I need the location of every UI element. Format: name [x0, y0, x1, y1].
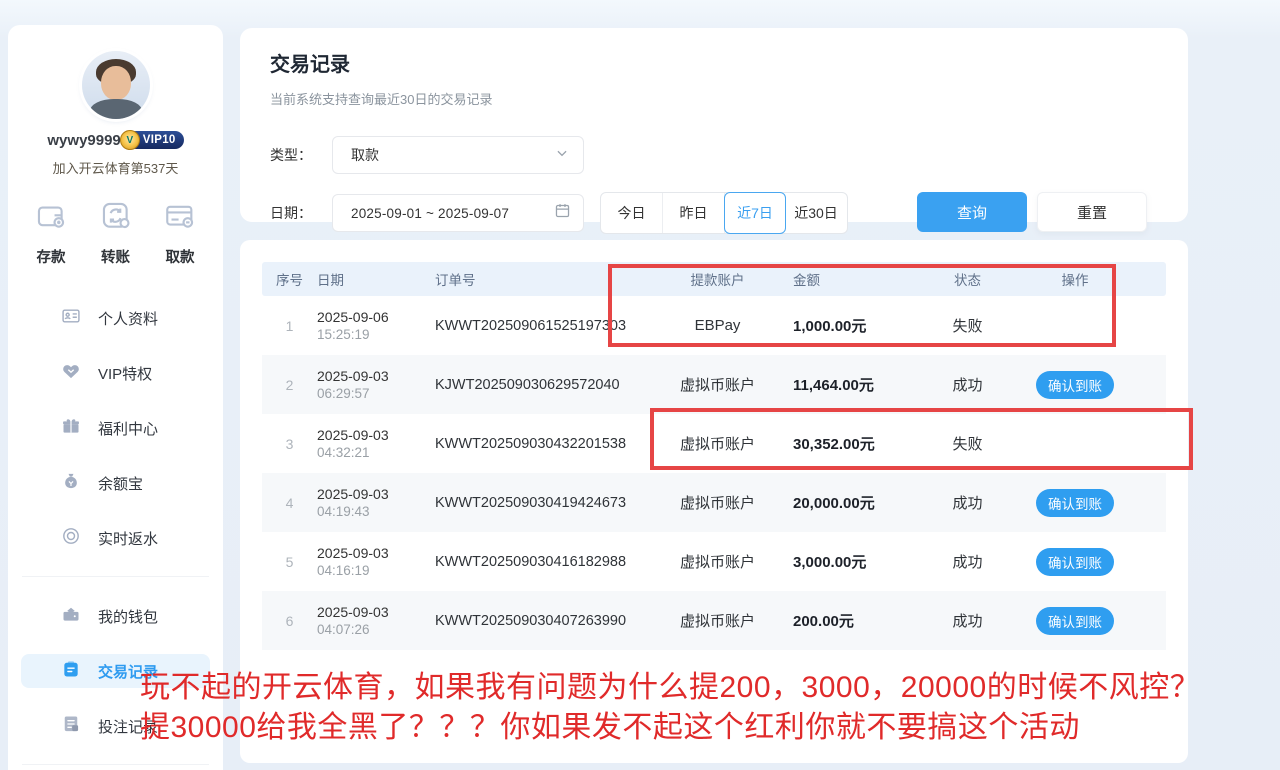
transfer-button[interactable]: 转账 [99, 199, 133, 267]
date-label: 日期： [270, 203, 332, 223]
header-status: 状态 [910, 269, 1025, 289]
range-today-button[interactable]: 今日 [601, 193, 663, 233]
filter-panel: 交易记录 当前系统支持查询最近30日的交易记录 类型： 取款 日期： 2025-… [240, 28, 1188, 222]
type-label: 类型： [270, 145, 332, 165]
quick-actions: 存款 转账 取款 [8, 199, 223, 267]
date-range-input[interactable]: 2025-09-01 ~ 2025-09-07 [332, 194, 584, 232]
avatar[interactable] [82, 51, 150, 119]
table-row: 1 2025-09-0615:25:19 KWWT202509061525197… [262, 296, 1166, 355]
records-icon [61, 659, 81, 684]
rebate-icon [61, 526, 81, 551]
header-no: 序号 [262, 269, 317, 289]
deposit-button[interactable]: 存款 [34, 199, 68, 267]
date-range-value: 2025-09-01 ~ 2025-09-07 [351, 206, 509, 221]
sidebar-item-wallet[interactable]: 我的钱包 [21, 599, 210, 633]
type-select-value: 取款 [351, 145, 379, 165]
vip-badge: V VIP10 [127, 131, 184, 149]
confirm-receipt-button[interactable]: 确认到账 [1036, 607, 1114, 635]
transfer-icon [99, 199, 133, 238]
range-yesterday-button[interactable]: 昨日 [663, 193, 725, 233]
header-action: 操作 [1025, 269, 1125, 289]
table-row: 3 2025-09-0304:32:21 KWWT202509030432201… [262, 414, 1166, 473]
sidebar-item-label: 实时返水 [98, 528, 158, 549]
range-7days-button[interactable]: 近7日 [724, 192, 786, 234]
sidebar-item-profile[interactable]: 个人资料 [21, 301, 210, 335]
confirm-receipt-button[interactable]: 确认到账 [1036, 548, 1114, 576]
table-row: 2 2025-09-0306:29:57 KJWT202509030629572… [262, 355, 1166, 414]
money-bag-icon [61, 471, 81, 496]
join-days-text: 加入开云体育第537天 [8, 158, 223, 177]
table-row: 5 2025-09-0304:16:19 KWWT202509030416182… [262, 532, 1166, 591]
table-row: 4 2025-09-0304:19:43 KWWT202509030419424… [262, 473, 1166, 532]
sidebar-item-rebate[interactable]: 实时返水 [21, 521, 210, 555]
sidebar-item-label: 我的钱包 [98, 606, 158, 627]
sidebar-divider [22, 576, 209, 577]
header-order: 订单号 [435, 269, 650, 289]
table-row: 6 2025-09-0304:07:26 KWWT202509030407263… [262, 591, 1166, 650]
annotation-line-2: 提30000给我全黑了？？？你如果发不起这个红利你就不要搞这个活动 [140, 708, 1200, 748]
user-annotation-text: 玩不起的开云体育，如果我有问题为什么提200，3000，20000的时候不风控？… [140, 668, 1200, 748]
reset-button[interactable]: 重置 [1037, 192, 1147, 232]
withdraw-button[interactable]: 取款 [163, 199, 197, 267]
sidebar-item-yuebao[interactable]: 余额宝 [21, 466, 210, 500]
sidebar-menu: 个人资料 VIP特权 福利中心 [8, 301, 223, 555]
sidebar-item-label: 福利中心 [98, 418, 158, 439]
table-header: 序号 日期 订单号 提款账户 金额 状态 操作 [262, 262, 1166, 296]
sidebar-item-label: 个人资料 [98, 308, 158, 329]
sidebar-item-vip[interactable]: VIP特权 [21, 356, 210, 390]
id-card-icon [61, 306, 81, 331]
header-account: 提款账户 [650, 269, 785, 289]
header-amount: 金额 [785, 269, 910, 289]
page-title: 交易记录 [270, 48, 1168, 77]
deposit-wallet-icon [34, 199, 68, 238]
calendar-icon [554, 202, 571, 224]
chevron-down-icon [555, 146, 569, 165]
confirm-receipt-button[interactable]: 确认到账 [1036, 371, 1114, 399]
bet-records-icon [61, 714, 81, 739]
withdraw-card-icon [163, 199, 197, 238]
header-date: 日期 [317, 269, 435, 289]
confirm-receipt-button[interactable]: 确认到账 [1036, 489, 1114, 517]
sidebar-item-label: 余额宝 [98, 473, 143, 494]
page-subtitle: 当前系统支持查询最近30日的交易记录 [270, 89, 1168, 108]
vip-shield-icon: V [120, 130, 140, 150]
sidebar-item-label: VIP特权 [98, 363, 152, 384]
annotation-line-1: 玩不起的开云体育，如果我有问题为什么提200，3000，20000的时候不风控？ [140, 668, 1200, 708]
date-quick-ranges: 今日 昨日 近7日 近30日 [600, 192, 848, 234]
type-select[interactable]: 取款 [332, 136, 584, 174]
wallet-icon [61, 604, 81, 629]
vip-heart-icon [61, 361, 81, 386]
username: wywy9999 [47, 132, 120, 149]
gift-icon [61, 416, 81, 441]
range-30days-button[interactable]: 近30日 [785, 193, 847, 233]
sidebar: wywy9999 V VIP10 加入开云体育第537天 存款 [8, 25, 223, 770]
search-button[interactable]: 查询 [917, 192, 1027, 232]
sidebar-item-welfare[interactable]: 福利中心 [21, 411, 210, 445]
sidebar-divider-bottom [22, 764, 209, 765]
